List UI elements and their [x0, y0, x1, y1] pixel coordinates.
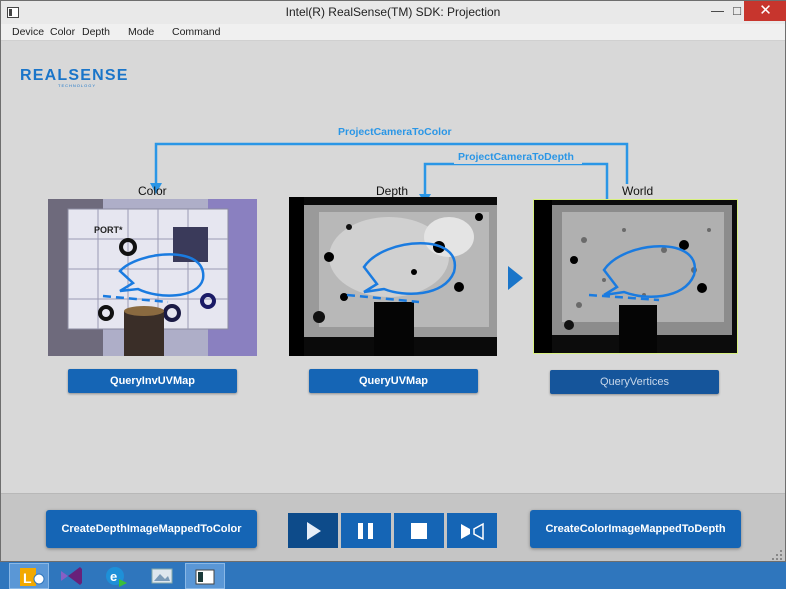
- color-view-label: Color: [138, 184, 167, 198]
- stop-icon: [411, 523, 427, 539]
- app-window-icon: [195, 569, 215, 585]
- project-camera-to-depth-label: ProjectCameraToDepth: [458, 151, 574, 163]
- app-window: Intel(R) RealSense(TM) SDK: Projection —…: [0, 0, 786, 562]
- lync-icon: L: [20, 568, 45, 586]
- query-vertices-button[interactable]: QueryVertices: [550, 370, 719, 394]
- bottom-toolbar: CreateDepthImageMappedToColor CreateColo…: [1, 493, 785, 561]
- pause-icon: [358, 523, 363, 539]
- depth-image[interactable]: [289, 197, 497, 356]
- board-text: PORT*: [94, 225, 123, 235]
- svg-text:L: L: [23, 570, 32, 586]
- visual-studio-icon: [61, 567, 82, 585]
- mirror-button[interactable]: [447, 513, 497, 548]
- taskbar-visual-studio[interactable]: [52, 563, 92, 589]
- project-camera-to-color-label: ProjectCameraToColor: [338, 126, 452, 138]
- pipeline-arrow-icon: [508, 266, 523, 290]
- resize-grip-icon[interactable]: [771, 549, 783, 561]
- create-color-image-mapped-to-depth-button[interactable]: CreateColorImageMappedToDepth: [530, 510, 741, 548]
- svg-text:e: e: [110, 569, 117, 584]
- create-depth-image-mapped-to-color-button[interactable]: CreateDepthImageMappedToColor: [46, 510, 257, 548]
- play-button[interactable]: [288, 513, 338, 548]
- taskbar-app-window[interactable]: [185, 563, 225, 589]
- taskbar-ie-update[interactable]: e: [97, 563, 137, 589]
- taskbar-photo-viewer[interactable]: [142, 563, 182, 589]
- mirror-icon: [461, 522, 484, 541]
- query-uv-map-button[interactable]: QueryUVMap: [309, 369, 478, 393]
- color-image[interactable]: PORT*: [48, 199, 257, 356]
- stop-button[interactable]: [394, 513, 444, 548]
- pause-button[interactable]: [341, 513, 391, 548]
- world-image[interactable]: [533, 199, 738, 354]
- photo-viewer-icon: [151, 568, 173, 584]
- taskbar-lync[interactable]: L: [9, 563, 49, 589]
- play-icon: [307, 522, 321, 540]
- query-inv-uv-map-button[interactable]: QueryInvUVMap: [68, 369, 237, 393]
- taskbar: L e: [0, 562, 786, 589]
- world-view-label: World: [622, 184, 654, 198]
- ie-update-icon: e: [106, 567, 127, 587]
- depth-view-label: Depth: [376, 184, 409, 198]
